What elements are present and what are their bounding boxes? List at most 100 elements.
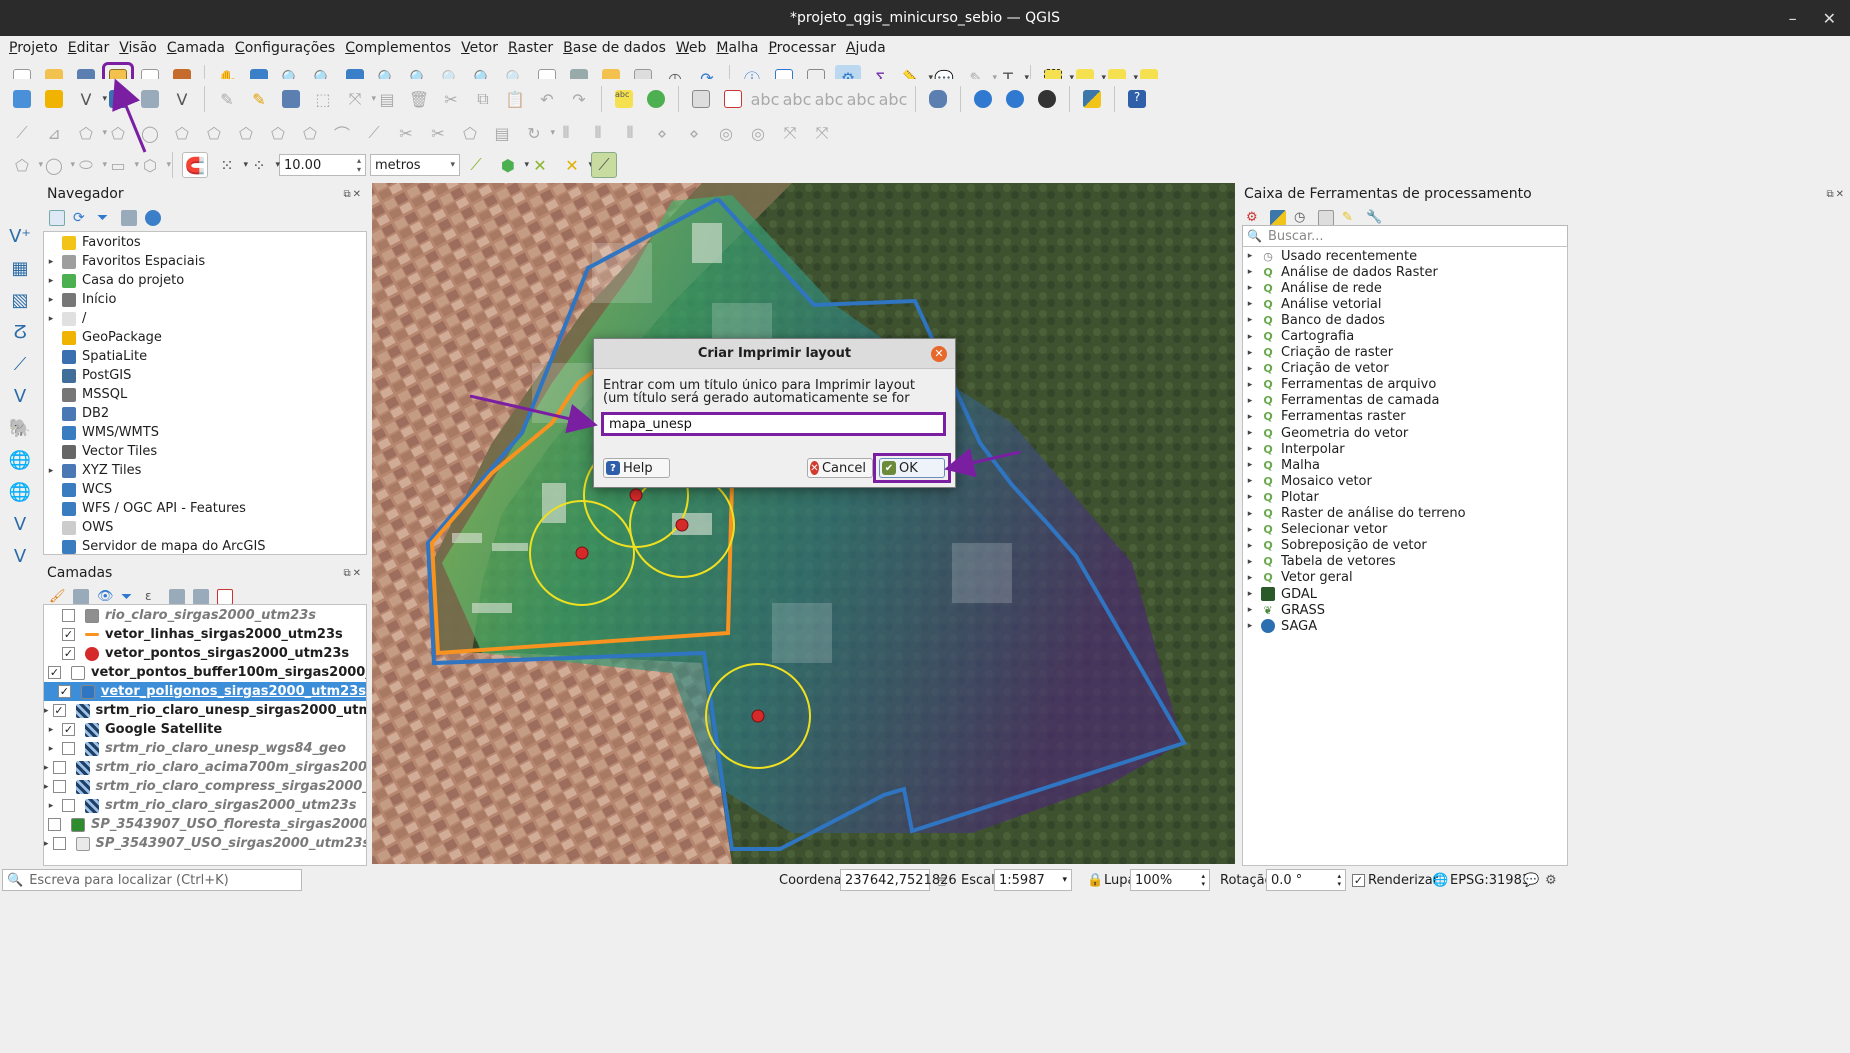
processing-group[interactable]: ▸ Q Cartografia <box>1243 328 1567 344</box>
browser-item[interactable]: Vector Tiles <box>44 442 366 461</box>
expand-arrow-icon[interactable]: ▸ <box>1243 428 1257 438</box>
messages-icon[interactable]: 💬 <box>1523 873 1539 888</box>
processing-group[interactable]: ▸ Q Ferramentas de camada <box>1243 393 1567 409</box>
transform-icon[interactable]: ⋄ <box>681 120 707 146</box>
add-raster-layer-icon[interactable]: ▦ <box>6 254 34 282</box>
processing-group[interactable]: ▸ Q Raster de análise do terreno <box>1243 506 1567 522</box>
panel-float-close-icon[interactable]: ⧉✕ <box>1826 189 1846 200</box>
scale-select[interactable]: 1:5987 ▾ <box>994 869 1072 891</box>
layer-visibility-checkbox[interactable] <box>62 609 75 622</box>
web-plugin-3-icon[interactable] <box>1034 86 1060 112</box>
label-show-hide-icon[interactable] <box>720 86 746 112</box>
cancel-button[interactable]: ✕ Cancel <box>807 458 873 478</box>
web-plugin-2-icon[interactable] <box>1002 86 1028 112</box>
diagram-move-icon[interactable]: abc <box>847 86 876 112</box>
layer-visibility-checkbox[interactable] <box>52 761 66 774</box>
new-temporary-layer-icon[interactable]: V <box>169 86 195 112</box>
menu-vetor[interactable]: Vetor <box>456 40 503 56</box>
menu-raster[interactable]: Raster <box>503 40 558 56</box>
edit-features-in-place-icon[interactable]: ✎ <box>1342 210 1358 226</box>
options-icon[interactable]: 🔧 <box>1366 210 1382 226</box>
rotation-spinbox[interactable]: 0.0 ° ▴ ▾ <box>1266 869 1346 891</box>
layer-visibility-checkbox[interactable] <box>52 780 66 793</box>
processing-group[interactable]: ▸ Q Ferramentas de arquivo <box>1243 377 1567 393</box>
expand-arrow-icon[interactable]: ▸ <box>1243 492 1257 502</box>
layer-item[interactable]: SP_3543907_USO_floresta_sirgas2000_utm <box>44 815 366 834</box>
history-icon[interactable]: ◷ <box>1294 210 1310 226</box>
add-selected-layers-icon[interactable] <box>49 210 65 226</box>
lock-icon[interactable]: 🔒 <box>1087 873 1103 888</box>
layer-item[interactable]: ▸ srtm_rio_claro_compress_sirgas2000_utm2 <box>44 777 366 796</box>
scripts-icon[interactable] <box>1270 210 1286 226</box>
split-parts-icon[interactable]: ✂ <box>425 120 451 146</box>
menu-editar[interactable]: Editar <box>63 40 114 56</box>
crs-icon[interactable]: 🌐 <box>1432 873 1448 888</box>
align-icon[interactable]: ⫴ <box>553 120 579 146</box>
layer-styling-icon[interactable]: 🖌 <box>49 589 66 605</box>
delete-part-icon[interactable]: ⬠ <box>265 120 291 146</box>
browser-item[interactable]: ▸ Favoritos Espaciais <box>44 252 366 271</box>
add-wfs-icon[interactable]: V <box>6 510 34 538</box>
processing-group[interactable]: ▸ Q Malha <box>1243 457 1567 473</box>
magnifier-spinbox[interactable]: 100% ▴ ▾ <box>1130 869 1210 891</box>
expand-arrow-icon[interactable]: ▸ <box>1243 332 1257 342</box>
new-shapefile-layer-icon[interactable]: V <box>73 86 107 112</box>
expand-arrow-icon[interactable]: ▸ <box>1243 460 1257 470</box>
menu-ajuda[interactable]: Ajuda <box>841 40 891 56</box>
simplify-icon[interactable]: ⬠ <box>105 120 131 146</box>
layer-visibility-checkbox[interactable]: ✓ <box>62 628 75 641</box>
copy-icon[interactable]: ⧉ <box>470 86 496 112</box>
expand-arrow-icon[interactable]: ▸ <box>1243 267 1257 277</box>
toggle-editing-icon[interactable]: ✎ <box>246 86 272 112</box>
expand-arrow-icon[interactable]: ▸ <box>1243 364 1257 374</box>
copy-move-icon[interactable]: ⤧ <box>809 120 835 146</box>
polygon-digitize-icon[interactable]: ⬡ <box>137 152 171 178</box>
processing-group[interactable]: ▸ Q Ferramentas raster <box>1243 409 1567 425</box>
layer-visibility-checkbox[interactable]: ✓ <box>62 647 75 660</box>
digitize-angle-icon[interactable]: ⊿ <box>41 120 67 146</box>
expand-arrow-icon[interactable]: ▸ <box>44 782 49 792</box>
undo-icon[interactable]: ↶ <box>534 86 560 112</box>
menu-web[interactable]: Web <box>671 40 712 56</box>
panel-float-close-icon[interactable]: ⧉✕ <box>343 568 363 579</box>
align-2-icon[interactable]: ⫴ <box>585 120 611 146</box>
processing-group[interactable]: ▸ Q Criação de vetor <box>1243 361 1567 377</box>
expand-arrow-icon[interactable]: ▸ <box>1243 476 1257 486</box>
layer-visibility-checkbox[interactable] <box>62 799 75 812</box>
browser-item[interactable]: PostGIS <box>44 366 366 385</box>
menu-camada[interactable]: Camada <box>162 40 230 56</box>
digitize-curve-icon[interactable]: ⟋ <box>9 120 35 146</box>
snapping-intersection-icon[interactable]: ⬢ <box>495 152 529 178</box>
add-mesh-layer-icon[interactable]: ▧ <box>6 286 34 314</box>
expression-filter-icon[interactable]: ε <box>145 589 161 605</box>
expand-arrow-icon[interactable]: ▸ <box>1243 315 1257 325</box>
ok-button[interactable]: ✔ OK <box>879 458 945 478</box>
processing-group[interactable]: ▸ Q Análise de rede <box>1243 280 1567 296</box>
merge-attributes-icon[interactable]: ▤ <box>489 120 515 146</box>
offset-curve-icon[interactable]: ⌒ <box>329 120 355 146</box>
vertex-tool-icon[interactable]: ⤧ <box>342 86 376 112</box>
expand-arrow-icon[interactable]: ▸ <box>44 706 49 716</box>
layer-labeling-icon[interactable]: abc <box>611 86 637 112</box>
rotate-feature-icon[interactable]: ⬠ <box>73 120 107 146</box>
expand-arrow-icon[interactable]: ▸ <box>1243 251 1257 261</box>
expand-arrow-icon[interactable]: ▸ <box>44 295 58 305</box>
layer-visibility-checkbox[interactable]: ✓ <box>48 666 61 679</box>
expand-arrow-icon[interactable]: ▸ <box>1243 283 1257 293</box>
remove-layer-icon[interactable] <box>217 589 233 605</box>
python-console-icon[interactable] <box>1079 86 1105 112</box>
browser-item[interactable]: ▸ Início <box>44 290 366 309</box>
expand-arrow-icon[interactable]: ▸ <box>1243 348 1257 358</box>
expand-arrow-icon[interactable]: ▸ <box>1243 589 1257 599</box>
layer-item[interactable]: ▸ SP_3543907_USO_sirgas2000_utm23s <box>44 834 366 853</box>
expand-arrow-icon[interactable]: ▸ <box>1243 299 1257 309</box>
results-viewer-icon[interactable] <box>1318 210 1334 226</box>
layer-item[interactable]: ▸ srtm_rio_claro_acima700m_sirgas2000_utm <box>44 758 366 777</box>
snapping-units-select[interactable]: metros ▾ <box>370 154 460 176</box>
close-icon[interactable]: ✕ <box>931 346 947 362</box>
spin-arrows-icon[interactable]: ▴ ▾ <box>1201 872 1205 888</box>
rotate-point-symbols-icon[interactable]: ↻ <box>521 120 555 146</box>
rectangle-digitize-icon[interactable]: ▭ <box>105 152 139 178</box>
menu-malha[interactable]: Malha <box>711 40 763 56</box>
delete-selected-icon[interactable]: 🗑 <box>406 86 432 112</box>
